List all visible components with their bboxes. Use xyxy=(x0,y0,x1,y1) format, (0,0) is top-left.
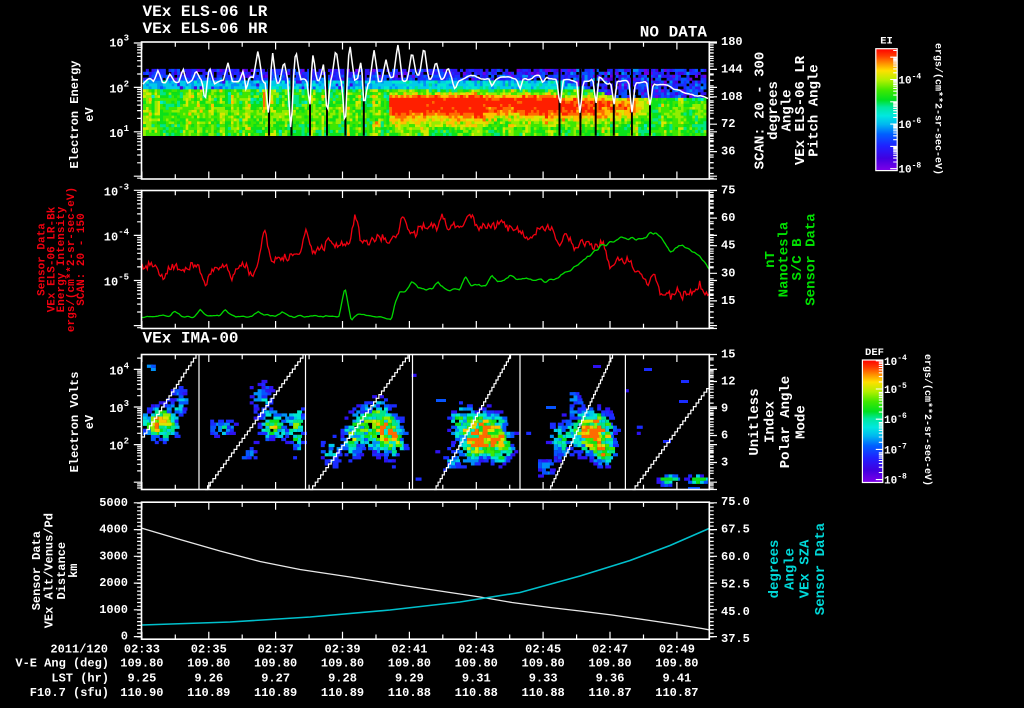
svg-text:110.89: 110.89 xyxy=(321,686,364,700)
svg-text:5000: 5000 xyxy=(99,496,128,510)
svg-text:02:39: 02:39 xyxy=(325,643,361,657)
svg-text:75.0: 75.0 xyxy=(721,495,750,509)
svg-text:Sensor Data: Sensor Data xyxy=(813,522,829,615)
svg-text:45.0: 45.0 xyxy=(721,605,750,619)
svg-text:02:47: 02:47 xyxy=(592,643,628,657)
svg-text:109.80: 109.80 xyxy=(321,657,364,671)
svg-text:109.80: 109.80 xyxy=(254,657,297,671)
svg-text:110.88: 110.88 xyxy=(522,686,565,700)
svg-text:144: 144 xyxy=(721,62,743,76)
svg-text:km: km xyxy=(67,563,81,577)
svg-text:4000: 4000 xyxy=(99,523,128,537)
svg-text:Angle: Angle xyxy=(782,548,798,590)
svg-text:109.80: 109.80 xyxy=(455,657,498,671)
svg-text:9.29: 9.29 xyxy=(395,671,424,685)
svg-text:45: 45 xyxy=(721,239,735,253)
svg-text:37.5: 37.5 xyxy=(721,632,750,646)
svg-text:110.87: 110.87 xyxy=(655,686,698,700)
svg-text:degrees: degrees xyxy=(767,540,783,599)
svg-text:12: 12 xyxy=(721,375,735,389)
svg-text:9.28: 9.28 xyxy=(328,671,357,685)
svg-text:ergs/(cm**2-sr-sec-eV): ergs/(cm**2-sr-sec-eV) xyxy=(932,43,944,175)
svg-text:Pitch Angle: Pitch Angle xyxy=(807,64,823,156)
svg-text:9.41: 9.41 xyxy=(662,671,691,685)
svg-text:02:41: 02:41 xyxy=(391,643,427,657)
svg-text:9.25: 9.25 xyxy=(127,671,156,685)
svg-text:110.90: 110.90 xyxy=(120,686,163,700)
svg-text:V-E Ang (deg): V-E Ang (deg) xyxy=(15,657,109,671)
svg-text:9.36: 9.36 xyxy=(596,671,625,685)
svg-text:67.5: 67.5 xyxy=(721,523,750,537)
svg-text:60: 60 xyxy=(721,211,735,225)
svg-text:eV: eV xyxy=(83,414,97,429)
svg-text:109.80: 109.80 xyxy=(120,657,163,671)
svg-text:15: 15 xyxy=(721,294,735,308)
svg-text:02:49: 02:49 xyxy=(659,643,695,657)
svg-text:02:37: 02:37 xyxy=(258,643,294,657)
svg-text:EI: EI xyxy=(880,36,893,48)
svg-text:Electron Energy: Electron Energy xyxy=(68,60,82,168)
svg-text:02:35: 02:35 xyxy=(191,643,227,657)
svg-text:110.87: 110.87 xyxy=(588,686,631,700)
svg-text:110.89: 110.89 xyxy=(254,686,297,700)
svg-text:DEF: DEF xyxy=(865,347,884,359)
svg-text:3000: 3000 xyxy=(99,549,128,563)
svg-text:9.27: 9.27 xyxy=(261,671,290,685)
svg-text:110.89: 110.89 xyxy=(187,686,230,700)
svg-text:15: 15 xyxy=(721,348,735,362)
svg-text:SCAN: 20 - 150: SCAN: 20 - 150 xyxy=(76,213,88,305)
svg-text:108: 108 xyxy=(721,90,743,104)
svg-text:1000: 1000 xyxy=(99,603,128,617)
svg-text:02:45: 02:45 xyxy=(525,643,561,657)
svg-text:109.80: 109.80 xyxy=(588,657,631,671)
svg-text:Polar Angle: Polar Angle xyxy=(778,376,794,468)
svg-text:72: 72 xyxy=(721,117,735,131)
svg-text:Electron Volts: Electron Volts xyxy=(68,372,82,473)
svg-text:VEx SZA: VEx SZA xyxy=(798,539,814,598)
svg-text:2011/120: 2011/120 xyxy=(50,643,108,657)
svg-text:3: 3 xyxy=(721,456,728,470)
svg-text:52.5: 52.5 xyxy=(721,577,750,591)
svg-text:Sensor Data: Sensor Data xyxy=(804,213,820,306)
svg-text:109.80: 109.80 xyxy=(388,657,431,671)
svg-text:9.26: 9.26 xyxy=(194,671,223,685)
svg-text:110.88: 110.88 xyxy=(388,686,431,700)
svg-text:F10.7 (sfu): F10.7 (sfu) xyxy=(30,686,109,700)
svg-text:Mode: Mode xyxy=(794,405,810,439)
svg-text:60.0: 60.0 xyxy=(721,550,750,564)
svg-text:75: 75 xyxy=(721,184,735,198)
svg-text:Index: Index xyxy=(763,400,779,443)
svg-text:2000: 2000 xyxy=(99,576,128,590)
svg-text:180: 180 xyxy=(721,35,743,49)
svg-text:0: 0 xyxy=(121,630,128,644)
svg-text:6: 6 xyxy=(721,429,728,443)
svg-text:109.80: 109.80 xyxy=(522,657,565,671)
svg-text:02:33: 02:33 xyxy=(124,643,160,657)
svg-text:02:43: 02:43 xyxy=(458,643,494,657)
svg-text:109.80: 109.80 xyxy=(655,657,698,671)
svg-text:VEx ELS-06 HR: VEx ELS-06 HR xyxy=(143,20,268,38)
svg-text:110.88: 110.88 xyxy=(455,686,498,700)
svg-text:VEx IMA-00: VEx IMA-00 xyxy=(143,330,239,348)
svg-text:LST (hr): LST (hr) xyxy=(51,671,109,685)
svg-text:NO DATA: NO DATA xyxy=(640,24,708,42)
svg-text:9.33: 9.33 xyxy=(529,671,558,685)
svg-text:9: 9 xyxy=(721,402,728,416)
svg-text:ergs/(cm**2-sr-sec-eV): ergs/(cm**2-sr-sec-eV) xyxy=(921,354,933,486)
svg-text:eV: eV xyxy=(83,107,97,122)
svg-text:VEx ELS-06 LR: VEx ELS-06 LR xyxy=(143,3,268,21)
svg-text:109.80: 109.80 xyxy=(187,657,230,671)
svg-text:30: 30 xyxy=(721,266,735,280)
svg-text:9.31: 9.31 xyxy=(462,671,491,685)
svg-text:Unitless: Unitless xyxy=(747,388,763,455)
svg-text:36: 36 xyxy=(721,145,735,159)
